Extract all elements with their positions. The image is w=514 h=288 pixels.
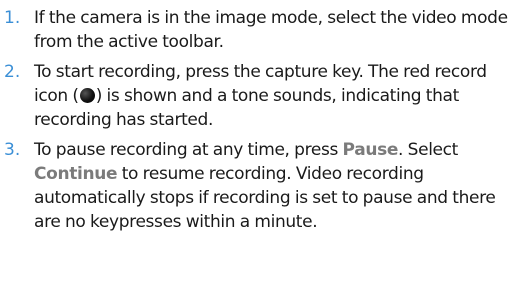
- step-number: 1.: [4, 8, 21, 28]
- step-text: To start recording, press the capture ke…: [34, 60, 512, 132]
- step-text-part2: . Select: [398, 140, 458, 160]
- step-text-content: If the camera is in the image mode, sele…: [34, 8, 508, 52]
- step-text-after-icon: ) is shown and a tone sounds, indicating…: [34, 86, 459, 130]
- pause-label: Pause: [342, 140, 399, 160]
- step-number: 3.: [4, 140, 21, 160]
- continue-label: Continue: [34, 164, 118, 184]
- step-text: To pause recording at any time, press Pa…: [34, 138, 512, 234]
- record-icon: [79, 88, 95, 103]
- step-text-part1: To pause recording at any time, press: [34, 140, 343, 160]
- step-number: 2.: [4, 62, 21, 82]
- document-page: 1. If the camera is in the image mode, s…: [0, 0, 514, 288]
- step-text: If the camera is in the image mode, sele…: [34, 6, 512, 54]
